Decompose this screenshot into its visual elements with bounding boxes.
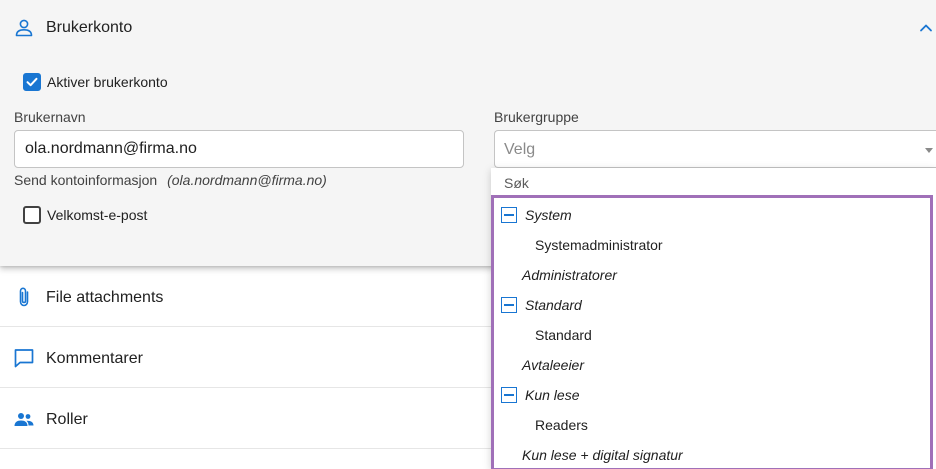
user-group-select[interactable]: Velg	[494, 130, 936, 168]
user-account-panel-header[interactable]: Brukerkonto	[0, 0, 936, 58]
username-input[interactable]	[14, 130, 464, 168]
collapse-minus-icon[interactable]	[501, 207, 517, 223]
welcome-email-checkbox[interactable]	[23, 206, 41, 224]
tree-option-standard[interactable]: Standard	[535, 327, 592, 343]
checkmark-icon	[26, 77, 38, 87]
collapse-minus-icon[interactable]	[501, 387, 517, 403]
people-icon	[14, 413, 34, 426]
tree-group-avtaleeier[interactable]: Avtaleeier	[522, 357, 584, 373]
tree-item-label: Standard	[525, 297, 582, 313]
comment-icon	[14, 349, 34, 368]
send-account-info: Send kontoinformasjon (ola.nordmann@firm…	[14, 172, 327, 188]
tree-group-administratorer[interactable]: Administratorer	[522, 267, 617, 283]
section-comments-title: Kommentarer	[46, 350, 143, 367]
welcome-email-label: Velkomst-e-post	[47, 207, 148, 223]
tree-item-label: Readers	[535, 417, 588, 433]
tree-group-kun-lese-digital-signatur[interactable]: Kun lese + digital signatur	[522, 447, 683, 463]
caret-down-icon	[925, 148, 933, 153]
paperclip-icon	[19, 287, 29, 307]
tree-group-system[interactable]: System	[501, 207, 572, 223]
activate-account-checkbox[interactable]	[23, 73, 41, 91]
activate-account-label: Aktiver brukerkonto	[47, 74, 168, 90]
chevron-up-icon[interactable]	[918, 20, 934, 36]
user-group-placeholder: Velg	[504, 141, 536, 158]
tree-item-label: System	[525, 207, 572, 223]
activate-account-row[interactable]: Aktiver brukerkonto	[23, 73, 168, 91]
tree-item-label: Kun lese	[525, 387, 580, 403]
tree-item-label: Avtaleeier	[522, 357, 585, 373]
page: Brukerkonto Aktiver brukerkonto Brukerna…	[0, 0, 936, 469]
username-label: Brukernavn	[14, 109, 86, 125]
welcome-email-row[interactable]: Velkomst-e-post	[23, 206, 147, 224]
tree-item-label: Administratorer	[522, 267, 617, 283]
tree-group-kun-lese[interactable]: Kun lese	[501, 387, 579, 403]
tree-option-systemadministrator[interactable]: Systemadministrator	[535, 237, 663, 253]
tree-item-label: Standard	[535, 327, 592, 343]
section-roles-title: Roller	[46, 411, 88, 428]
user-group-label: Brukergruppe	[494, 109, 579, 125]
collapse-minus-icon[interactable]	[501, 297, 517, 313]
tree-item-label: Kun lese + digital signatur	[522, 447, 683, 463]
tree-option-readers[interactable]: Readers	[535, 417, 588, 433]
user-account-panel-title: Brukerkonto	[46, 19, 133, 36]
tree-group-standard[interactable]: Standard	[501, 297, 582, 313]
dropdown-tree: System Systemadministrator Administrator…	[491, 195, 933, 469]
dropdown-search-input[interactable]	[491, 168, 936, 198]
tree-item-label: Systemadministrator	[535, 237, 663, 253]
person-icon	[15, 19, 33, 37]
send-account-info-email: (ola.nordmann@firma.no)	[167, 172, 327, 188]
section-file-attachments-title: File attachments	[46, 289, 164, 306]
user-group-dropdown: System Systemadministrator Administrator…	[491, 168, 936, 469]
send-account-info-label: Send kontoinformasjon	[14, 172, 158, 188]
